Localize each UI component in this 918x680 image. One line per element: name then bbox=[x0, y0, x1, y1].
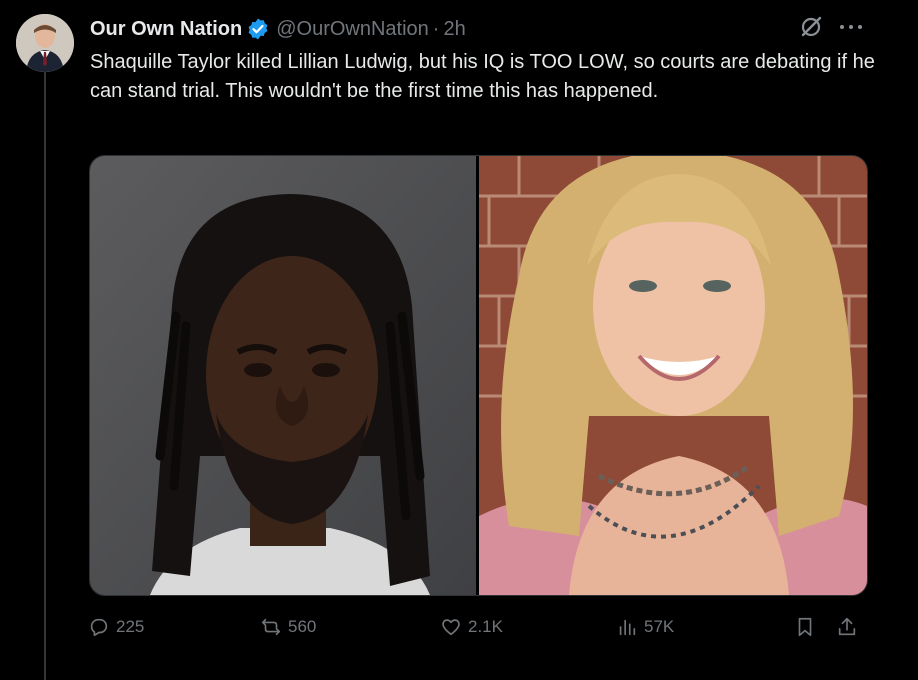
share-button[interactable] bbox=[836, 612, 864, 642]
author-handle[interactable]: @OurOwnNation bbox=[276, 18, 429, 41]
more-icon[interactable] bbox=[836, 18, 866, 36]
retweet-count: 560 bbox=[288, 617, 317, 636]
reply-button[interactable]: 225 bbox=[88, 612, 144, 642]
verified-badge-icon bbox=[246, 17, 270, 41]
author-name[interactable]: Our Own Nation bbox=[90, 18, 242, 41]
reply-count: 225 bbox=[116, 617, 145, 636]
bookmark-icon bbox=[798, 617, 812, 637]
bookmark-button[interactable] bbox=[794, 612, 822, 642]
views-button[interactable]: 57K bbox=[616, 612, 674, 642]
grok-icon[interactable] bbox=[798, 14, 824, 40]
like-icon bbox=[442, 619, 460, 636]
photo-left[interactable] bbox=[90, 156, 476, 595]
avatar-image bbox=[16, 14, 74, 72]
retweet-icon bbox=[261, 618, 281, 636]
views-icon bbox=[619, 619, 636, 636]
views-count: 57K bbox=[644, 617, 675, 636]
action-bar: 225 560 2.1K 57K bbox=[88, 612, 878, 642]
tweet-header: Our Own Nation @OurOwnNation · 2h bbox=[90, 16, 466, 42]
avatar[interactable] bbox=[16, 14, 74, 72]
timestamp[interactable]: 2h bbox=[443, 18, 465, 41]
like-button[interactable]: 2.1K bbox=[440, 612, 503, 642]
retweet-button[interactable]: 560 bbox=[260, 612, 316, 642]
like-count: 2.1K bbox=[468, 617, 503, 636]
photo-right[interactable] bbox=[479, 156, 867, 595]
separator-dot: · bbox=[432, 17, 440, 40]
thread-line bbox=[44, 70, 46, 680]
tweet-text: Shaquille Taylor killed Lillian Ludwig, … bbox=[90, 51, 875, 102]
reply-icon bbox=[90, 618, 108, 637]
tweet-media[interactable] bbox=[89, 155, 868, 596]
share-icon bbox=[838, 617, 856, 636]
